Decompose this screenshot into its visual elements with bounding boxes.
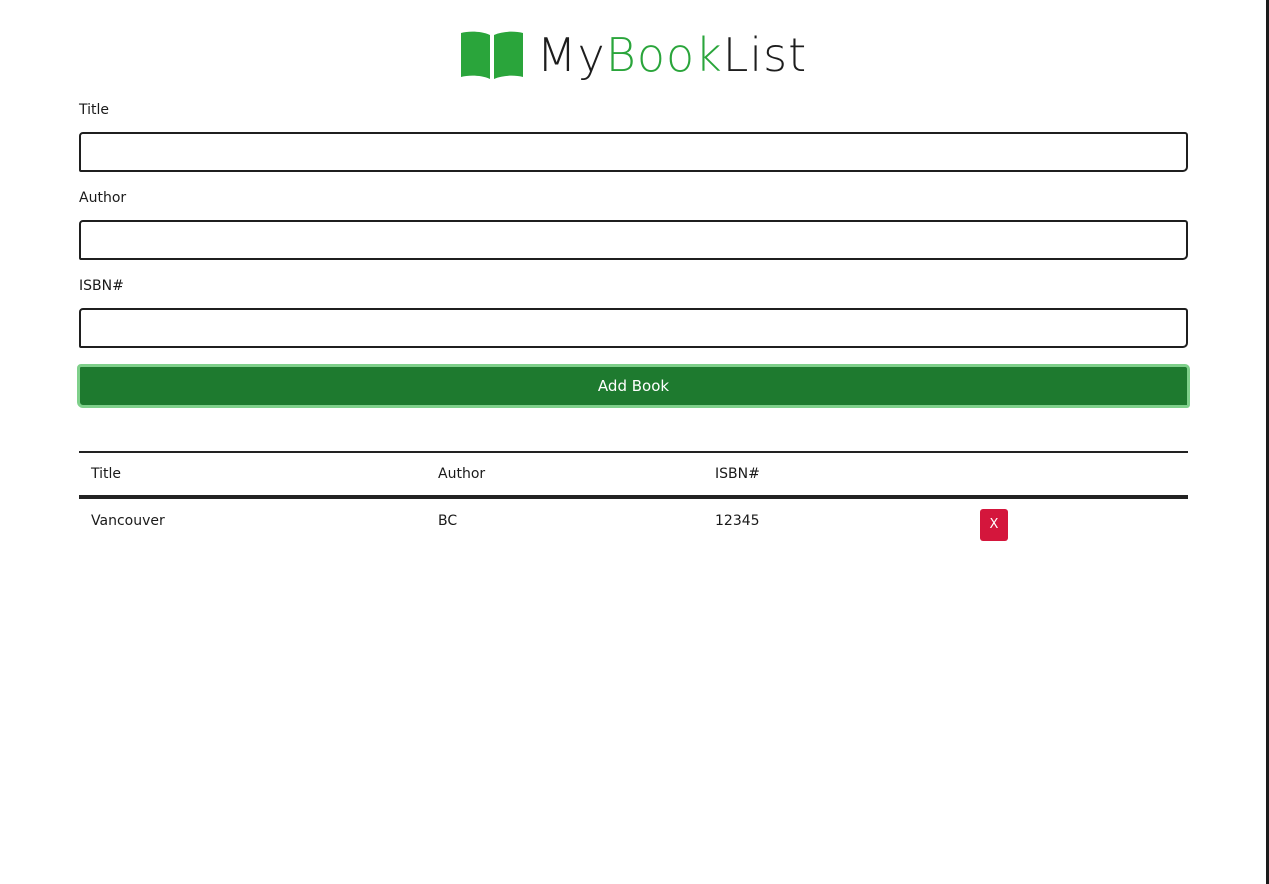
author-label: Author — [79, 190, 127, 206]
table-header: Title Author ISBN# — [79, 451, 1188, 499]
logo-my: My — [536, 28, 606, 82]
logo-text: MyBookList — [537, 32, 807, 78]
book-table: Title Author ISBN# Vancouver BC 12345 X — [79, 451, 1188, 551]
row-title: Vancouver — [91, 513, 165, 529]
title-label: Title — [79, 102, 110, 118]
title-input[interactable] — [79, 132, 1188, 172]
header: MyBookList — [0, 22, 1266, 88]
book-form: Title Author ISBN# Add Book — [77, 100, 1190, 408]
logo: MyBookList — [459, 29, 807, 81]
isbn-label: ISBN# — [79, 278, 124, 294]
header-author: Author — [438, 466, 486, 482]
table-row: Vancouver BC 12345 X — [79, 499, 1188, 551]
delete-button[interactable]: X — [980, 509, 1008, 541]
row-isbn: 12345 — [715, 513, 760, 529]
open-book-icon — [459, 29, 525, 81]
header-title: Title — [91, 466, 122, 482]
author-input[interactable] — [79, 220, 1188, 260]
logo-list: List — [722, 28, 808, 82]
add-book-button[interactable]: Add Book — [77, 364, 1190, 408]
row-action: X — [980, 509, 1188, 541]
logo-book: Book — [605, 28, 723, 82]
row-author: BC — [438, 513, 458, 529]
page: MyBookList Title Author ISBN# Add Book T… — [0, 0, 1269, 884]
header-isbn: ISBN# — [715, 466, 760, 482]
isbn-input[interactable] — [79, 308, 1188, 348]
